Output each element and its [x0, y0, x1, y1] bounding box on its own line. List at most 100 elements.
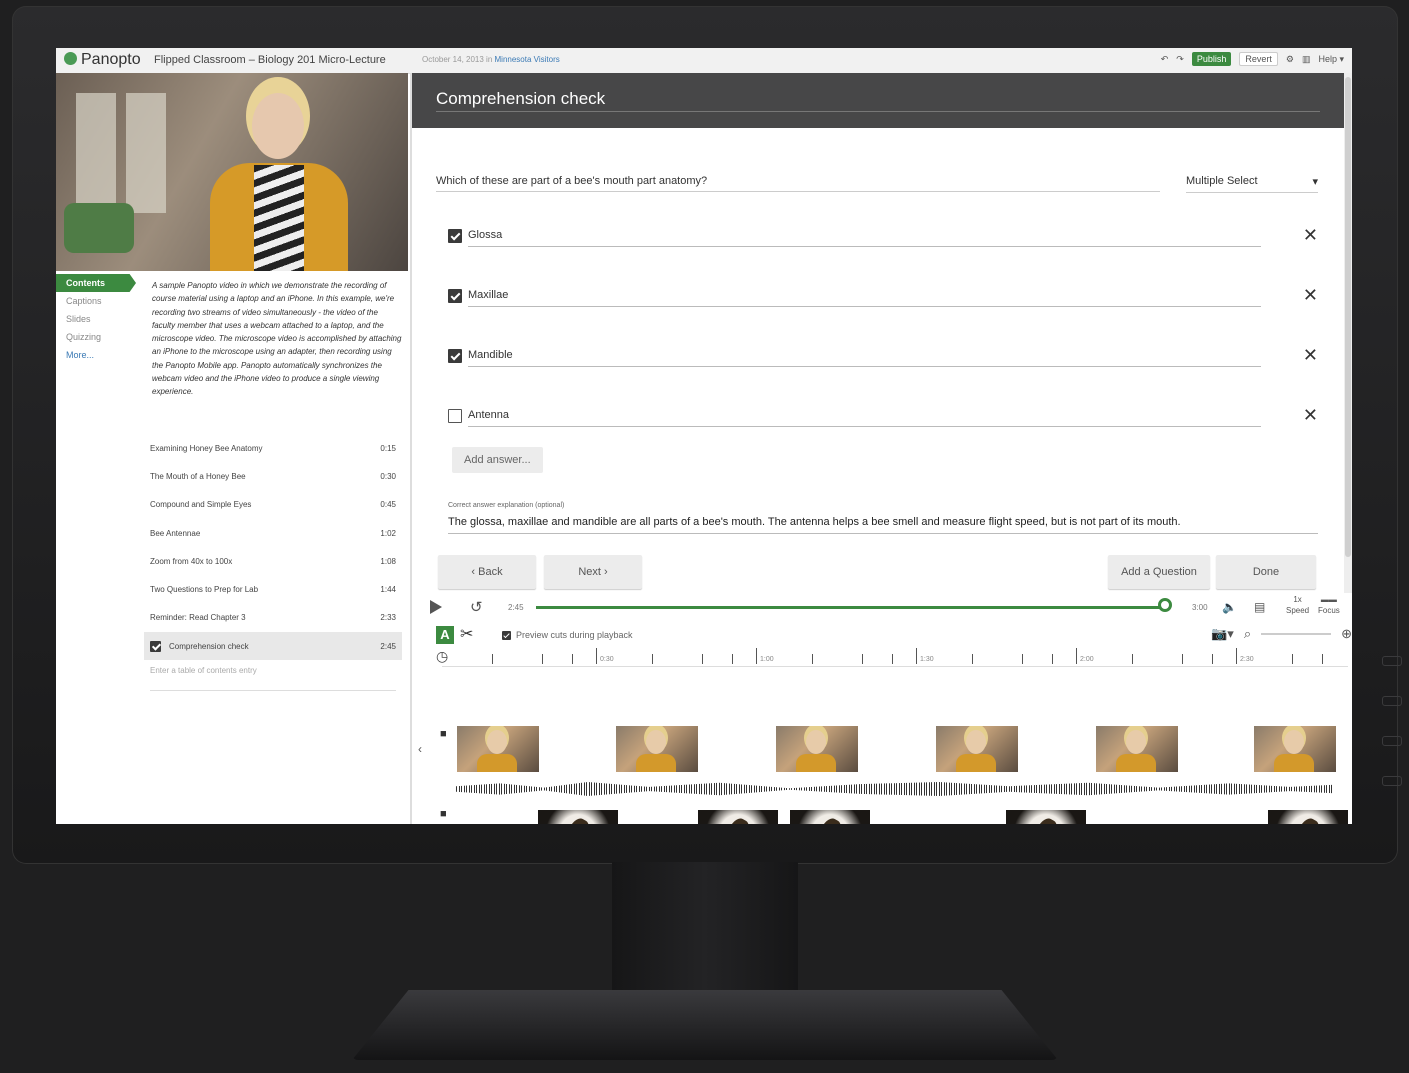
- undo-icon[interactable]: ↶: [1161, 54, 1169, 65]
- chevron-left-icon: ‹: [471, 566, 479, 578]
- text-tool-icon[interactable]: A: [436, 626, 454, 644]
- toc-entry-input[interactable]: Enter a table of contents entry: [150, 666, 396, 692]
- answer-row: Maxillae ✕: [448, 285, 1318, 309]
- quiz-title-field[interactable]: Comprehension check: [436, 89, 605, 109]
- answer-row: Antenna ✕: [448, 405, 1318, 429]
- redo-icon[interactable]: ↷: [1176, 54, 1184, 65]
- speed-control[interactable]: 1x Speed: [1286, 594, 1309, 616]
- close-icon[interactable]: ✕: [1303, 285, 1318, 306]
- question-field[interactable]: Which of these are part of a bee's mouth…: [436, 175, 1160, 192]
- timeline-ruler[interactable]: 0:30 1:00 1:30 2:00 2:30: [442, 648, 1348, 667]
- webcam-video[interactable]: [56, 73, 408, 271]
- panopto-logo[interactable]: Panopto: [64, 51, 141, 69]
- toc-row[interactable]: The Mouth of a Honey Bee 0:30: [144, 462, 402, 490]
- nav-more[interactable]: More...: [56, 346, 136, 364]
- top-bar: Panopto Flipped Classroom – Biology 201 …: [56, 48, 1352, 74]
- answer-row: Mandible ✕: [448, 345, 1318, 369]
- nav-quizzing[interactable]: Quizzing: [56, 328, 136, 346]
- answer-field[interactable]: Mandible: [468, 349, 1261, 367]
- microscope-thumbnail[interactable]: [790, 810, 870, 824]
- nav-contents[interactable]: Contents: [56, 274, 136, 292]
- webcam-thumbnail[interactable]: [616, 726, 698, 772]
- answer-checkbox[interactable]: [448, 289, 462, 303]
- microscope-thumbnail[interactable]: [538, 810, 618, 824]
- add-answer-button[interactable]: Add answer...: [452, 447, 543, 473]
- toc-row[interactable]: Examining Honey Bee Anatomy 0:15: [144, 434, 402, 462]
- scissors-icon[interactable]: ✂: [460, 624, 473, 644]
- close-icon[interactable]: ✕: [1303, 225, 1318, 246]
- top-bar-actions: ↶ ↷ Publish Revert ⚙ ▥ Help ▾: [1161, 52, 1344, 66]
- back-button[interactable]: ‹ Back: [438, 555, 536, 589]
- zoom-icon[interactable]: ⌕: [1244, 626, 1251, 642]
- explanation-field[interactable]: The glossa, maxillae and mandible are al…: [448, 516, 1318, 534]
- timeline-editor: A ✂ Preview cuts during playback 📷▾ ⌕ ⊕ …: [412, 622, 1352, 824]
- zoom-in-icon[interactable]: ⊕: [1341, 626, 1352, 642]
- answer-checkbox[interactable]: [448, 409, 462, 423]
- session-title: Flipped Classroom – Biology 201 Micro-Le…: [154, 54, 386, 66]
- zoom-slider[interactable]: [1261, 633, 1332, 635]
- close-icon[interactable]: ✕: [1303, 345, 1318, 366]
- webcam-thumbnail[interactable]: [936, 726, 1018, 772]
- help-menu[interactable]: Help ▾: [1318, 54, 1344, 65]
- replay-icon[interactable]: ↺: [470, 598, 483, 616]
- toc-row[interactable]: Zoom from 40x to 100x 1:08: [144, 547, 402, 575]
- preview-checkbox[interactable]: [502, 630, 511, 640]
- answer-checkbox[interactable]: [448, 349, 462, 363]
- quiz-header: Comprehension check: [412, 73, 1344, 128]
- collapse-panel-icon[interactable]: ‹: [418, 742, 422, 756]
- close-icon[interactable]: ✕: [1303, 405, 1318, 426]
- audio-waveform[interactable]: [456, 782, 1334, 796]
- chevron-down-icon: ▾: [1312, 176, 1318, 188]
- gear-icon[interactable]: ⚙: [1286, 54, 1294, 65]
- table-of-contents: Examining Honey Bee Anatomy 0:15 The Mout…: [144, 434, 402, 692]
- folder-link[interactable]: Minnesota Visitors: [495, 55, 560, 64]
- panopto-logo-icon: [64, 52, 77, 65]
- answer-checkbox[interactable]: [448, 229, 462, 243]
- session-meta: October 14, 2013 in Minnesota Visitors: [422, 55, 560, 64]
- volume-icon[interactable]: 🔈: [1222, 600, 1237, 614]
- webcam-thumbnail[interactable]: [457, 726, 539, 772]
- microscope-thumbnail[interactable]: [698, 810, 778, 824]
- nav-slides[interactable]: Slides: [56, 310, 136, 328]
- camera-icon[interactable]: 📷▾: [1211, 626, 1234, 642]
- toc-row[interactable]: Reminder: Read Chapter 3 2:33: [144, 604, 402, 632]
- toc-row-selected[interactable]: Comprehension check 2:45: [144, 632, 402, 661]
- captions-icon[interactable]: ▤: [1254, 600, 1265, 614]
- nav-captions[interactable]: Captions: [56, 292, 136, 310]
- explanation-label: Correct answer explanation (optional): [448, 502, 565, 509]
- chevron-right-icon: ›: [600, 566, 608, 578]
- webcam-thumbnail[interactable]: [1096, 726, 1178, 772]
- presenter: [204, 93, 354, 271]
- answer-field[interactable]: Maxillae: [468, 289, 1261, 307]
- toc-row[interactable]: Compound and Simple Eyes 0:45: [144, 491, 402, 519]
- left-nav: Contents Captions Slides Quizzing More..…: [56, 274, 136, 824]
- duration: 3:00: [1192, 603, 1208, 612]
- answer-row: Glossa ✕: [448, 225, 1318, 249]
- focus-control[interactable]: ▬▬ Focus: [1318, 594, 1340, 616]
- webcam-thumbnail[interactable]: [1254, 726, 1336, 772]
- microscope-thumbnail[interactable]: [1006, 810, 1086, 824]
- bezel-buttons: [1380, 656, 1406, 836]
- quiz-scrollbar[interactable]: [1344, 73, 1352, 593]
- question-type-select[interactable]: Multiple Select ▾: [1186, 175, 1318, 193]
- play-icon[interactable]: [430, 600, 442, 614]
- answer-field[interactable]: Glossa: [468, 229, 1261, 247]
- editor-tools: 📷▾ ⌕ ⊕: [1211, 626, 1352, 642]
- video-camera-icon: ■: [440, 808, 447, 820]
- progress-track[interactable]: [536, 606, 1165, 609]
- add-question-button[interactable]: Add a Question: [1108, 555, 1210, 589]
- webcam-thumbnail[interactable]: [776, 726, 858, 772]
- toc-row[interactable]: Two Questions to Prep for Lab 1:44: [144, 575, 402, 603]
- revert-button[interactable]: Revert: [1239, 52, 1278, 66]
- answer-field[interactable]: Antenna: [468, 409, 1261, 427]
- layout-icon[interactable]: ▥: [1302, 54, 1311, 65]
- player-controls: ↺ 2:45 3:00 🔈 ▤ 1x Speed ▬▬ Focus: [412, 594, 1352, 622]
- microscope-thumbnail[interactable]: [1268, 810, 1348, 824]
- next-button[interactable]: Next ›: [544, 555, 642, 589]
- toc-row[interactable]: Bee Antennae 1:02: [144, 519, 402, 547]
- publish-button[interactable]: Publish: [1191, 52, 1232, 66]
- monitor-base: [352, 990, 1058, 1060]
- done-button[interactable]: Done: [1216, 555, 1316, 589]
- progress-knob[interactable]: [1158, 598, 1172, 612]
- preview-cuts-toggle[interactable]: Preview cuts during playback: [502, 630, 633, 640]
